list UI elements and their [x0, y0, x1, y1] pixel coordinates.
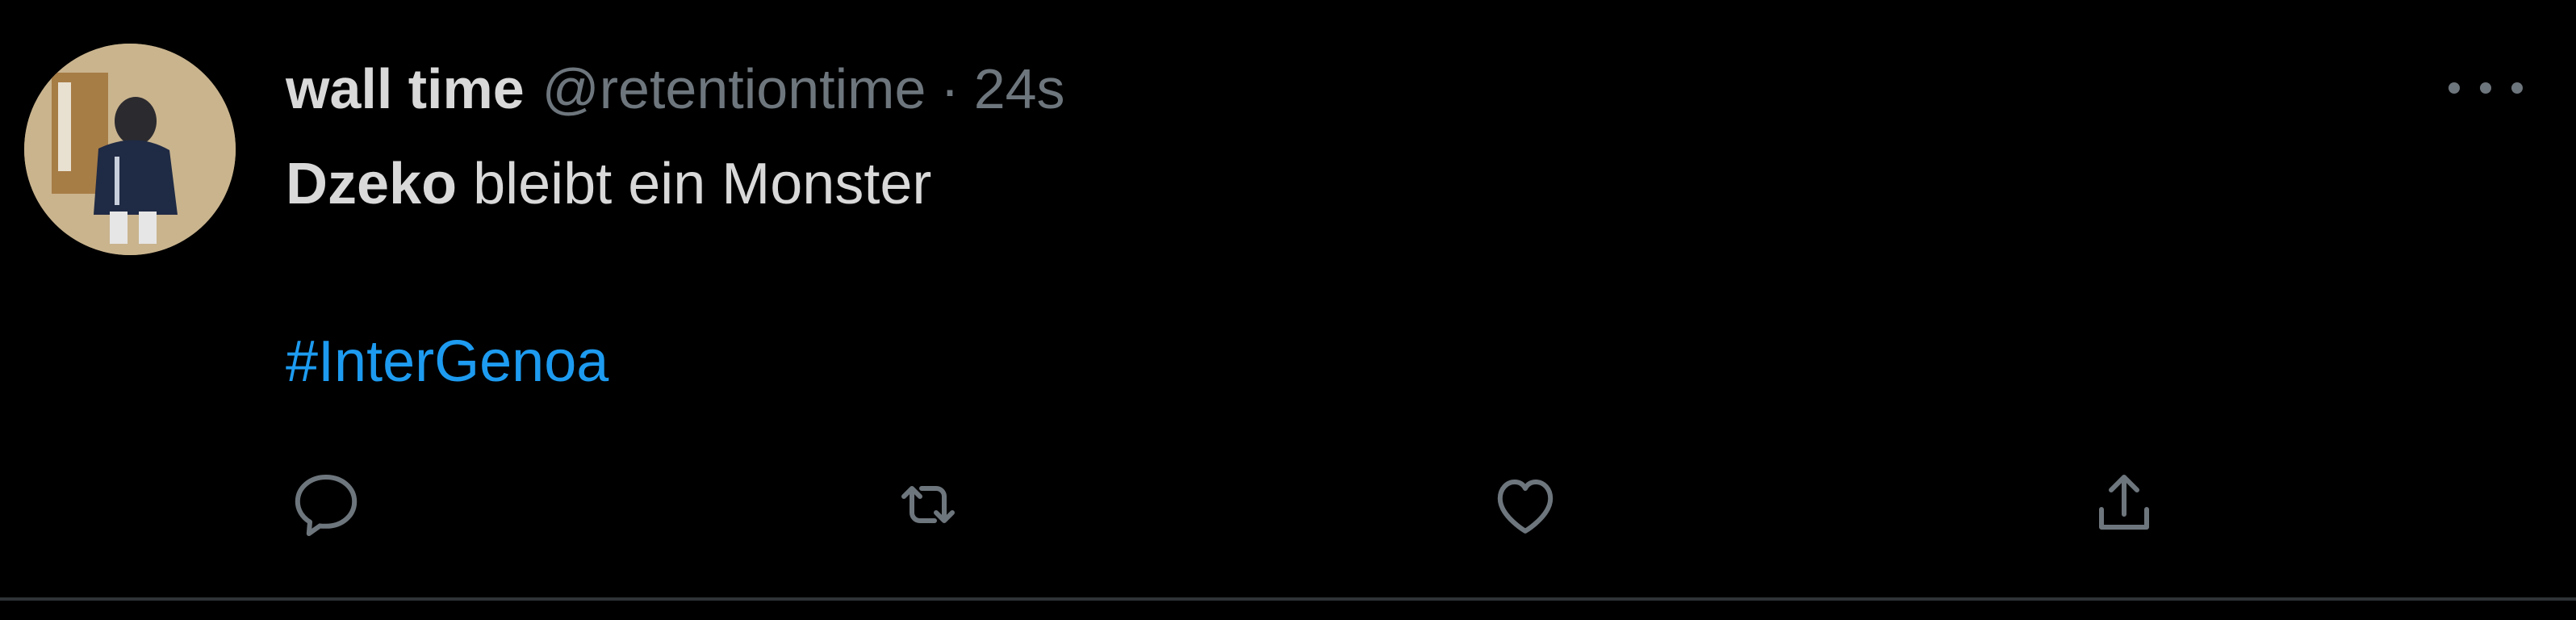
timestamp[interactable]: 24s — [974, 61, 1065, 117]
share-icon — [2099, 475, 2149, 530]
share-button[interactable] — [2084, 464, 2164, 545]
more-dot — [2511, 82, 2523, 94]
avatar[interactable] — [24, 44, 236, 255]
tweet-text-rest: bleibt ein Monster — [457, 152, 932, 216]
tweet[interactable]: wall time @retentiontime · 24s Dzeko ble… — [0, 0, 2576, 620]
more-dot — [2480, 82, 2491, 94]
avatar-photo-icon — [24, 44, 236, 255]
retweet-icon — [901, 486, 955, 523]
tweet-divider — [0, 597, 2576, 601]
separator-dot: · — [940, 57, 960, 120]
tweet-text-bold: Dzeko — [286, 152, 458, 216]
tweet-text: Dzeko bleibt ein Monster — [286, 145, 931, 223]
tweet-actions — [0, 464, 2576, 545]
like-button[interactable] — [1485, 464, 1566, 545]
hashtag-link[interactable]: #InterGenoa — [286, 323, 608, 400]
tweet-header: wall time @retentiontime · 24s — [286, 50, 1065, 128]
user-handle[interactable]: @retentiontime — [542, 61, 926, 117]
more-horizontal-icon[interactable] — [2445, 68, 2526, 108]
reply-button[interactable] — [286, 464, 366, 545]
reply-icon — [295, 475, 358, 536]
like-icon — [1497, 480, 1554, 534]
display-name[interactable]: wall time — [286, 61, 525, 117]
more-dot — [2448, 82, 2460, 94]
retweet-button[interactable] — [888, 464, 968, 545]
